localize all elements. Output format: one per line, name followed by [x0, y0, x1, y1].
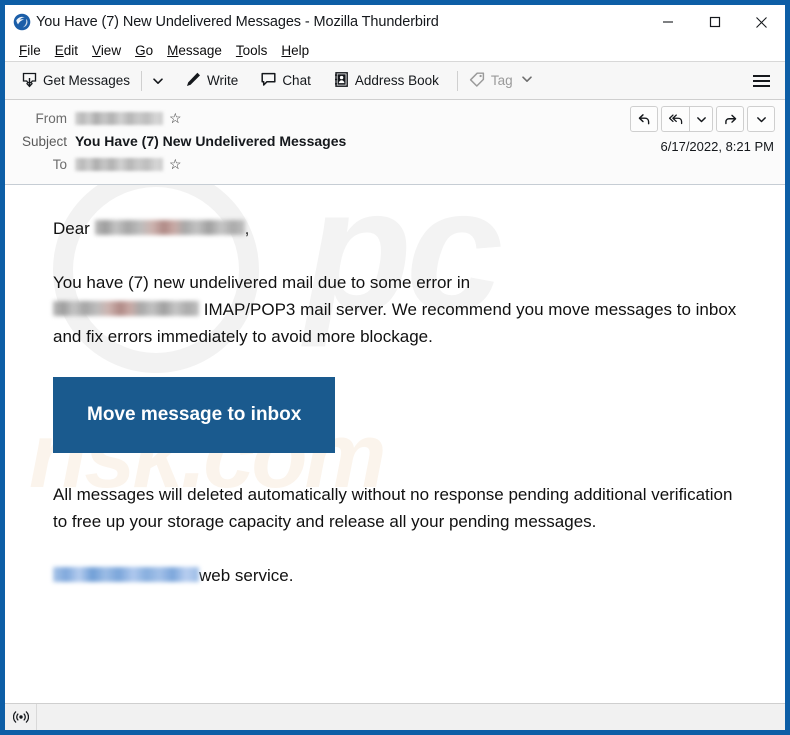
status-bar: [5, 703, 785, 730]
close-button[interactable]: [738, 5, 785, 39]
forward-arrow-icon: [724, 114, 736, 124]
warning-paragraph: All messages will deleted automatically …: [53, 485, 733, 531]
chevron-down-icon: [153, 77, 163, 84]
contact-card-icon: [333, 71, 350, 91]
reply-button-group: [630, 106, 775, 132]
to-label: To: [52, 156, 67, 172]
message-actions: 6/17/2022, 8:21 PM: [630, 106, 775, 154]
signature-suffix: web service.: [199, 566, 294, 585]
signature-paragraph: web service.: [53, 562, 745, 589]
move-message-to-inbox-button[interactable]: Move message to inbox: [53, 377, 336, 453]
get-messages-button[interactable]: Get Messages: [15, 68, 136, 94]
forward-button[interactable]: [716, 106, 744, 132]
thunderbird-logo-icon: [13, 13, 31, 31]
broadcast-signal-icon: [12, 711, 29, 723]
from-label: From: [35, 110, 68, 126]
window-title: You Have (7) New Undelivered Messages - …: [36, 14, 439, 30]
reply-button[interactable]: [630, 106, 658, 132]
chat-button[interactable]: Chat: [254, 68, 317, 94]
download-inbox-icon: [21, 71, 38, 91]
notice-part-1: You have (7) new undelivered mail due to…: [53, 273, 471, 292]
menu-edit[interactable]: Edit: [48, 42, 85, 59]
window-inner: You Have (7) New Undelivered Messages - …: [5, 5, 785, 730]
greeting-name-redacted: [94, 220, 245, 235]
from-value[interactable]: ☆: [75, 111, 182, 125]
tag-label: Tag: [490, 73, 513, 88]
menu-bar: File Edit View Go Message Tools Help: [5, 39, 785, 62]
reply-arrow-icon: [638, 113, 649, 124]
get-messages-dropdown[interactable]: [147, 72, 169, 90]
from-address-redacted: [75, 111, 163, 125]
more-actions-dropdown[interactable]: [747, 106, 775, 132]
maximize-icon: [709, 16, 720, 28]
thunderbird-window: You Have (7) New Undelivered Messages - …: [0, 0, 790, 735]
write-button[interactable]: Write: [179, 68, 244, 94]
to-value[interactable]: ☆: [75, 157, 182, 171]
greeting-prefix: Dear: [53, 219, 90, 238]
menu-message[interactable]: Message: [160, 42, 229, 59]
star-outline-icon[interactable]: ☆: [169, 111, 182, 125]
domain-redacted-1: [53, 301, 199, 316]
menu-tools[interactable]: Tools: [229, 42, 275, 59]
chevron-down-icon: [756, 116, 766, 122]
notice-paragraph: You have (7) new undelivered mail due to…: [53, 269, 745, 350]
pencil-icon: [185, 71, 202, 91]
subject-label: Subject: [21, 133, 67, 149]
hamburger-menu-icon: [753, 74, 770, 77]
hamburger-line-3: [753, 84, 770, 87]
menu-view[interactable]: View: [85, 42, 128, 59]
get-messages-label: Get Messages: [43, 73, 131, 88]
main-toolbar: Get Messages Write Chat Address Book Tag: [5, 62, 785, 100]
tag-dropdown-chevron[interactable]: [521, 73, 533, 88]
message-header-pane: From ☆ Subject You Have (7) New Undelive…: [5, 100, 785, 185]
minimize-button[interactable]: [644, 5, 691, 39]
close-icon: [756, 16, 767, 28]
reply-all-arrow-icon: [668, 113, 682, 124]
write-label: Write: [207, 73, 239, 88]
toolbar-separator: [141, 70, 143, 91]
chat-label: Chat: [282, 73, 311, 88]
greeting-suffix: ,: [244, 219, 250, 238]
connection-status-button[interactable]: [5, 704, 37, 730]
speech-bubble-icon: [260, 71, 277, 91]
greeting-paragraph: Dear ,: [53, 215, 745, 242]
reply-all-group: [661, 106, 713, 132]
email-content: Dear , You have (7) new undelivered mail…: [5, 215, 785, 589]
menu-help[interactable]: Help: [274, 42, 316, 59]
subject-value: You Have (7) New Undelivered Messages: [75, 133, 347, 149]
message-body-pane: pc risk.com Dear , You have (7) new unde…: [5, 185, 785, 703]
chevron-down-icon: [521, 76, 532, 82]
title-bar: You Have (7) New Undelivered Messages - …: [5, 5, 785, 39]
maximize-button[interactable]: [691, 5, 738, 39]
chevron-down-icon: [696, 116, 706, 122]
to-address-redacted: [75, 157, 163, 171]
star-outline-icon-to[interactable]: ☆: [169, 157, 182, 171]
hamburger-line-2: [753, 79, 770, 82]
header-row-to: To ☆: [15, 153, 775, 175]
app-menu-button[interactable]: [746, 71, 777, 91]
menu-go[interactable]: Go: [128, 42, 160, 59]
toolbar-separator-2: [456, 70, 458, 91]
message-date: 6/17/2022, 8:21 PM: [660, 139, 774, 154]
reply-all-dropdown[interactable]: [689, 106, 713, 132]
address-book-label: Address Book: [354, 73, 439, 88]
tag-button[interactable]: Tag: [463, 68, 539, 94]
reply-all-button[interactable]: [661, 106, 689, 132]
minimize-icon: [662, 21, 673, 23]
menu-file[interactable]: File: [12, 42, 48, 59]
domain-redacted-2: [53, 567, 199, 582]
window-controls: [644, 5, 785, 39]
address-book-button[interactable]: Address Book: [327, 68, 445, 94]
tag-icon: [469, 71, 486, 91]
